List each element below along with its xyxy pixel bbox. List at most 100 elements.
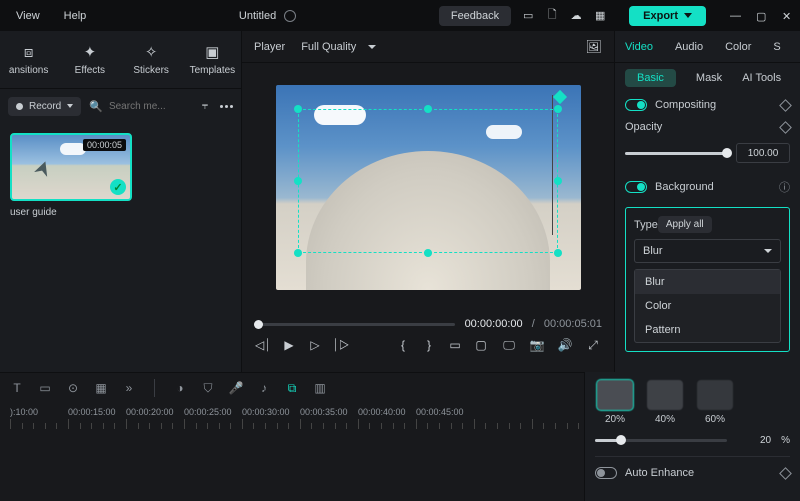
keyframe-icon[interactable] <box>779 121 792 134</box>
menu-view[interactable]: View <box>6 6 50 26</box>
option-blur[interactable]: Blur <box>635 270 780 294</box>
effects-label: Effects <box>75 65 105 76</box>
handle-top-left[interactable] <box>294 105 302 113</box>
cloud-icon[interactable]: ☁ <box>569 9 583 23</box>
magnet-icon[interactable]: ⧉ <box>285 381 299 395</box>
step-fwd-icon[interactable]: ⏐▷ <box>334 338 348 352</box>
help-icon[interactable]: ⓘ <box>779 179 790 195</box>
time-sep: / <box>532 318 535 330</box>
edit-frame-icon[interactable]: ▢ <box>474 338 488 352</box>
background-toggle[interactable] <box>625 181 647 193</box>
handle-bottom-mid[interactable] <box>424 249 432 257</box>
type-dropdown[interactable]: Blur <box>634 239 781 263</box>
mark-out-icon[interactable]: } <box>422 338 436 352</box>
minimize-button[interactable]: — <box>730 10 742 22</box>
menu-help[interactable]: Help <box>54 6 97 26</box>
selection-box[interactable] <box>298 109 558 253</box>
ruler-time: 00:00:30:00 <box>242 407 300 417</box>
more-icon[interactable]: » <box>122 381 136 395</box>
auto-enhance-toggle[interactable] <box>595 467 617 479</box>
handle-rotate[interactable] <box>552 90 566 104</box>
crop-icon[interactable]: ▭ <box>38 381 52 395</box>
dropdown-menu: Blur Color Pattern <box>634 269 781 343</box>
playhead-icon[interactable] <box>254 320 263 329</box>
blur-swatch-20[interactable] <box>597 380 633 410</box>
tab-color[interactable]: Color <box>725 41 751 53</box>
video-viewport[interactable] <box>276 85 581 290</box>
handle-bottom-right[interactable] <box>554 249 562 257</box>
text-tool-icon[interactable]: T <box>10 381 24 395</box>
tab-video[interactable]: Video <box>625 41 653 53</box>
snapshot-icon[interactable]: 🖼 <box>585 39 602 55</box>
tab-templates[interactable]: ▣ Templates <box>188 43 237 76</box>
subtab-basic[interactable]: Basic <box>625 69 676 87</box>
tab-effects[interactable]: ✦ Effects <box>65 43 114 76</box>
maximize-button[interactable]: ▢ <box>756 10 768 22</box>
record-label: Record <box>29 101 61 112</box>
export-button[interactable]: Export <box>629 6 706 26</box>
play-icon[interactable]: ▷ <box>308 338 322 352</box>
slider-knob[interactable] <box>616 435 626 445</box>
quality-dropdown[interactable]: Full Quality <box>301 41 376 53</box>
camera-icon[interactable]: 📷 <box>530 338 544 352</box>
color-icon[interactable]: ▦ <box>94 381 108 395</box>
effects-icon: ✦ <box>81 43 99 61</box>
filmstrip-icon[interactable]: ▥ <box>313 381 327 395</box>
more-button[interactable] <box>220 105 233 108</box>
record-button[interactable]: Record <box>8 97 81 116</box>
clip-thumbnail[interactable]: 00:00:05 ✓ <box>10 133 132 201</box>
grid-icon[interactable]: ▦ <box>593 9 607 23</box>
monitor-icon[interactable]: ▭ <box>521 9 535 23</box>
speed-icon[interactable]: ⊙ <box>66 381 80 395</box>
frame-icon[interactable]: ▭ <box>448 338 462 352</box>
opacity-value[interactable]: 100.00 <box>736 143 790 163</box>
handle-left-mid[interactable] <box>294 177 302 185</box>
quality-value: Full Quality <box>301 41 356 53</box>
feedback-button[interactable]: Feedback <box>439 6 511 26</box>
opacity-slider[interactable] <box>625 152 728 155</box>
save-icon[interactable]: 🗋 <box>545 9 559 23</box>
tab-stickers[interactable]: ✧ Stickers <box>127 43 176 76</box>
time-current: 00:00:00:00 <box>465 318 523 330</box>
blur-swatch-40[interactable] <box>647 380 683 410</box>
display-icon[interactable]: 🖵 <box>502 338 516 352</box>
slider-knob[interactable] <box>722 148 732 158</box>
subtab-ai[interactable]: AI Tools <box>742 72 781 84</box>
blur-swatch-60[interactable] <box>697 380 733 410</box>
swatch-label: 60% <box>705 414 725 425</box>
subtab-mask[interactable]: Mask <box>696 72 722 84</box>
mark-in-icon[interactable]: { <box>396 338 410 352</box>
play-back-icon[interactable]: ▶ <box>282 338 296 352</box>
close-button[interactable]: ✕ <box>782 10 794 22</box>
scrubber[interactable] <box>254 323 455 326</box>
step-back-icon[interactable]: ◁⏐ <box>256 338 270 352</box>
ruler-time: 00:00:35:00 <box>300 407 358 417</box>
option-pattern[interactable]: Pattern <box>635 318 780 342</box>
keyframe-icon[interactable] <box>779 99 792 112</box>
search-input[interactable] <box>109 101 179 112</box>
media-clip[interactable]: 00:00:05 ✓ user guide <box>10 133 132 218</box>
adjust-icon[interactable]: ◑ <box>173 381 187 395</box>
audio-icon[interactable]: ♪ <box>257 381 271 395</box>
tab-transitions[interactable]: ⧈ ansitions <box>4 43 53 76</box>
marker-icon[interactable]: ⛉ <box>201 381 215 395</box>
history-icon[interactable] <box>284 10 296 22</box>
handle-top-mid[interactable] <box>424 105 432 113</box>
blur-value[interactable]: 20 <box>737 435 771 446</box>
apply-all-button[interactable]: Apply all <box>658 216 712 233</box>
handle-top-right[interactable] <box>554 105 562 113</box>
filter-icon[interactable]: ⫧ <box>198 99 212 113</box>
mic-icon[interactable]: 🎤 <box>229 381 243 395</box>
fullscreen-icon[interactable]: ⤢ <box>586 338 600 352</box>
volume-icon[interactable]: 🔊 <box>558 338 572 352</box>
ruler-time: 00:00:40:00 <box>358 407 416 417</box>
compositing-toggle[interactable] <box>625 99 647 111</box>
keyframe-icon[interactable] <box>779 467 792 480</box>
blur-slider[interactable] <box>595 439 727 442</box>
tab-speed[interactable]: S <box>773 41 780 53</box>
handle-right-mid[interactable] <box>554 177 562 185</box>
tab-audio[interactable]: Audio <box>675 41 703 53</box>
option-color[interactable]: Color <box>635 294 780 318</box>
handle-bottom-left[interactable] <box>294 249 302 257</box>
chevron-down-icon <box>368 45 376 49</box>
